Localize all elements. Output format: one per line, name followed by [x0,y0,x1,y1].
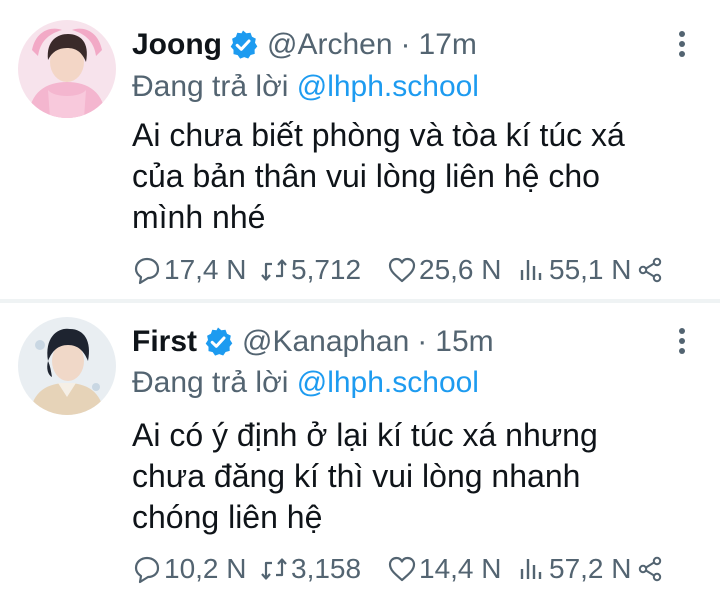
reply-icon [134,556,160,584]
tweet-text: Ai có ý định ở lại kí túc xá nhưng chưa … [132,415,692,538]
avatar[interactable] [18,317,116,415]
tweet[interactable]: First @Kanaphan · 15m Đang trả lời @lhph… [0,303,720,595]
tweet[interactable]: Joong @Archen · 17m Đang trả lời @lhph.s… [0,0,720,300]
tweet-text-line: chưa đăng kí thì vui lòng nhanh [132,458,581,494]
reply-button[interactable]: 10,2 N [132,553,259,585]
views-count: 55,1 N [549,254,632,285]
share-button[interactable] [637,257,663,283]
retweet-button[interactable]: 3,158 [259,553,387,585]
tweet-text-line: của bản thân vui lòng liên hệ cho [132,158,600,194]
retweet-icon [261,558,287,580]
avatar[interactable] [18,20,116,118]
views-button[interactable]: 57,2 N [517,553,637,585]
separator-dot: · [400,28,411,61]
display-name[interactable]: First [132,325,197,359]
retweet-count: 3,158 [291,553,362,584]
tweet-actions: 17,4 N 5,712 25,6 N 55,1 N [132,254,663,286]
tweet-text-line: Ai chưa biết phòng và tòa kí túc xá [132,117,625,153]
reply-icon [134,257,160,285]
share-icon [638,556,662,582]
avatar-photo [18,20,116,118]
timestamp[interactable]: 15m [435,325,493,359]
reply-mention-link[interactable]: @lhph.school [297,366,479,399]
verified-badge-icon [227,29,259,61]
user-handle[interactable]: @Archen [267,28,393,62]
verified-badge-icon [202,326,234,358]
tweet-text: Ai chưa biết phòng và tòa kí túc xá của … [132,115,692,238]
user-handle[interactable]: @Kanaphan [242,325,409,359]
tweet-text-line: mình nhé [132,199,266,235]
like-button[interactable]: 25,6 N [387,254,517,286]
heart-icon [388,257,416,283]
replying-to: Đang trả lời @lhph.school [132,366,479,400]
display-name[interactable]: Joong [132,28,222,62]
tweet-header: Joong @Archen · 17m [132,28,477,62]
tweet-actions: 10,2 N 3,158 14,4 N 57,2 N [132,553,663,585]
retweet-icon [261,259,287,281]
timestamp[interactable]: 17m [419,28,477,62]
views-button[interactable]: 55,1 N [517,254,637,286]
tweet-header: First @Kanaphan · 15m [132,325,494,359]
reply-mention-link[interactable]: @lhph.school [297,70,479,103]
retweet-count: 5,712 [291,254,362,285]
more-vertical-icon[interactable] [672,327,692,355]
like-count: 14,4 N [419,553,502,584]
replying-to: Đang trả lời @lhph.school [132,70,479,104]
views-count: 57,2 N [549,553,632,584]
replying-to-label: Đang trả lời [132,70,289,103]
replying-to-label: Đang trả lời [132,366,289,399]
reply-count: 10,2 N [164,553,247,584]
retweet-button[interactable]: 5,712 [259,254,387,286]
share-button[interactable] [637,556,663,582]
views-icon [520,559,542,579]
avatar-photo [18,317,116,415]
like-button[interactable]: 14,4 N [387,553,517,585]
separator-dot: · [417,325,428,358]
heart-icon [388,556,416,582]
like-count: 25,6 N [419,254,502,285]
share-icon [638,257,662,283]
tweet-text-line: Ai có ý định ở lại kí túc xá nhưng [132,417,598,453]
reply-button[interactable]: 17,4 N [132,254,259,286]
reply-count: 17,4 N [164,254,247,285]
tweet-text-line: chóng liên hệ [132,499,323,535]
more-vertical-icon[interactable] [672,30,692,58]
views-icon [520,260,542,280]
